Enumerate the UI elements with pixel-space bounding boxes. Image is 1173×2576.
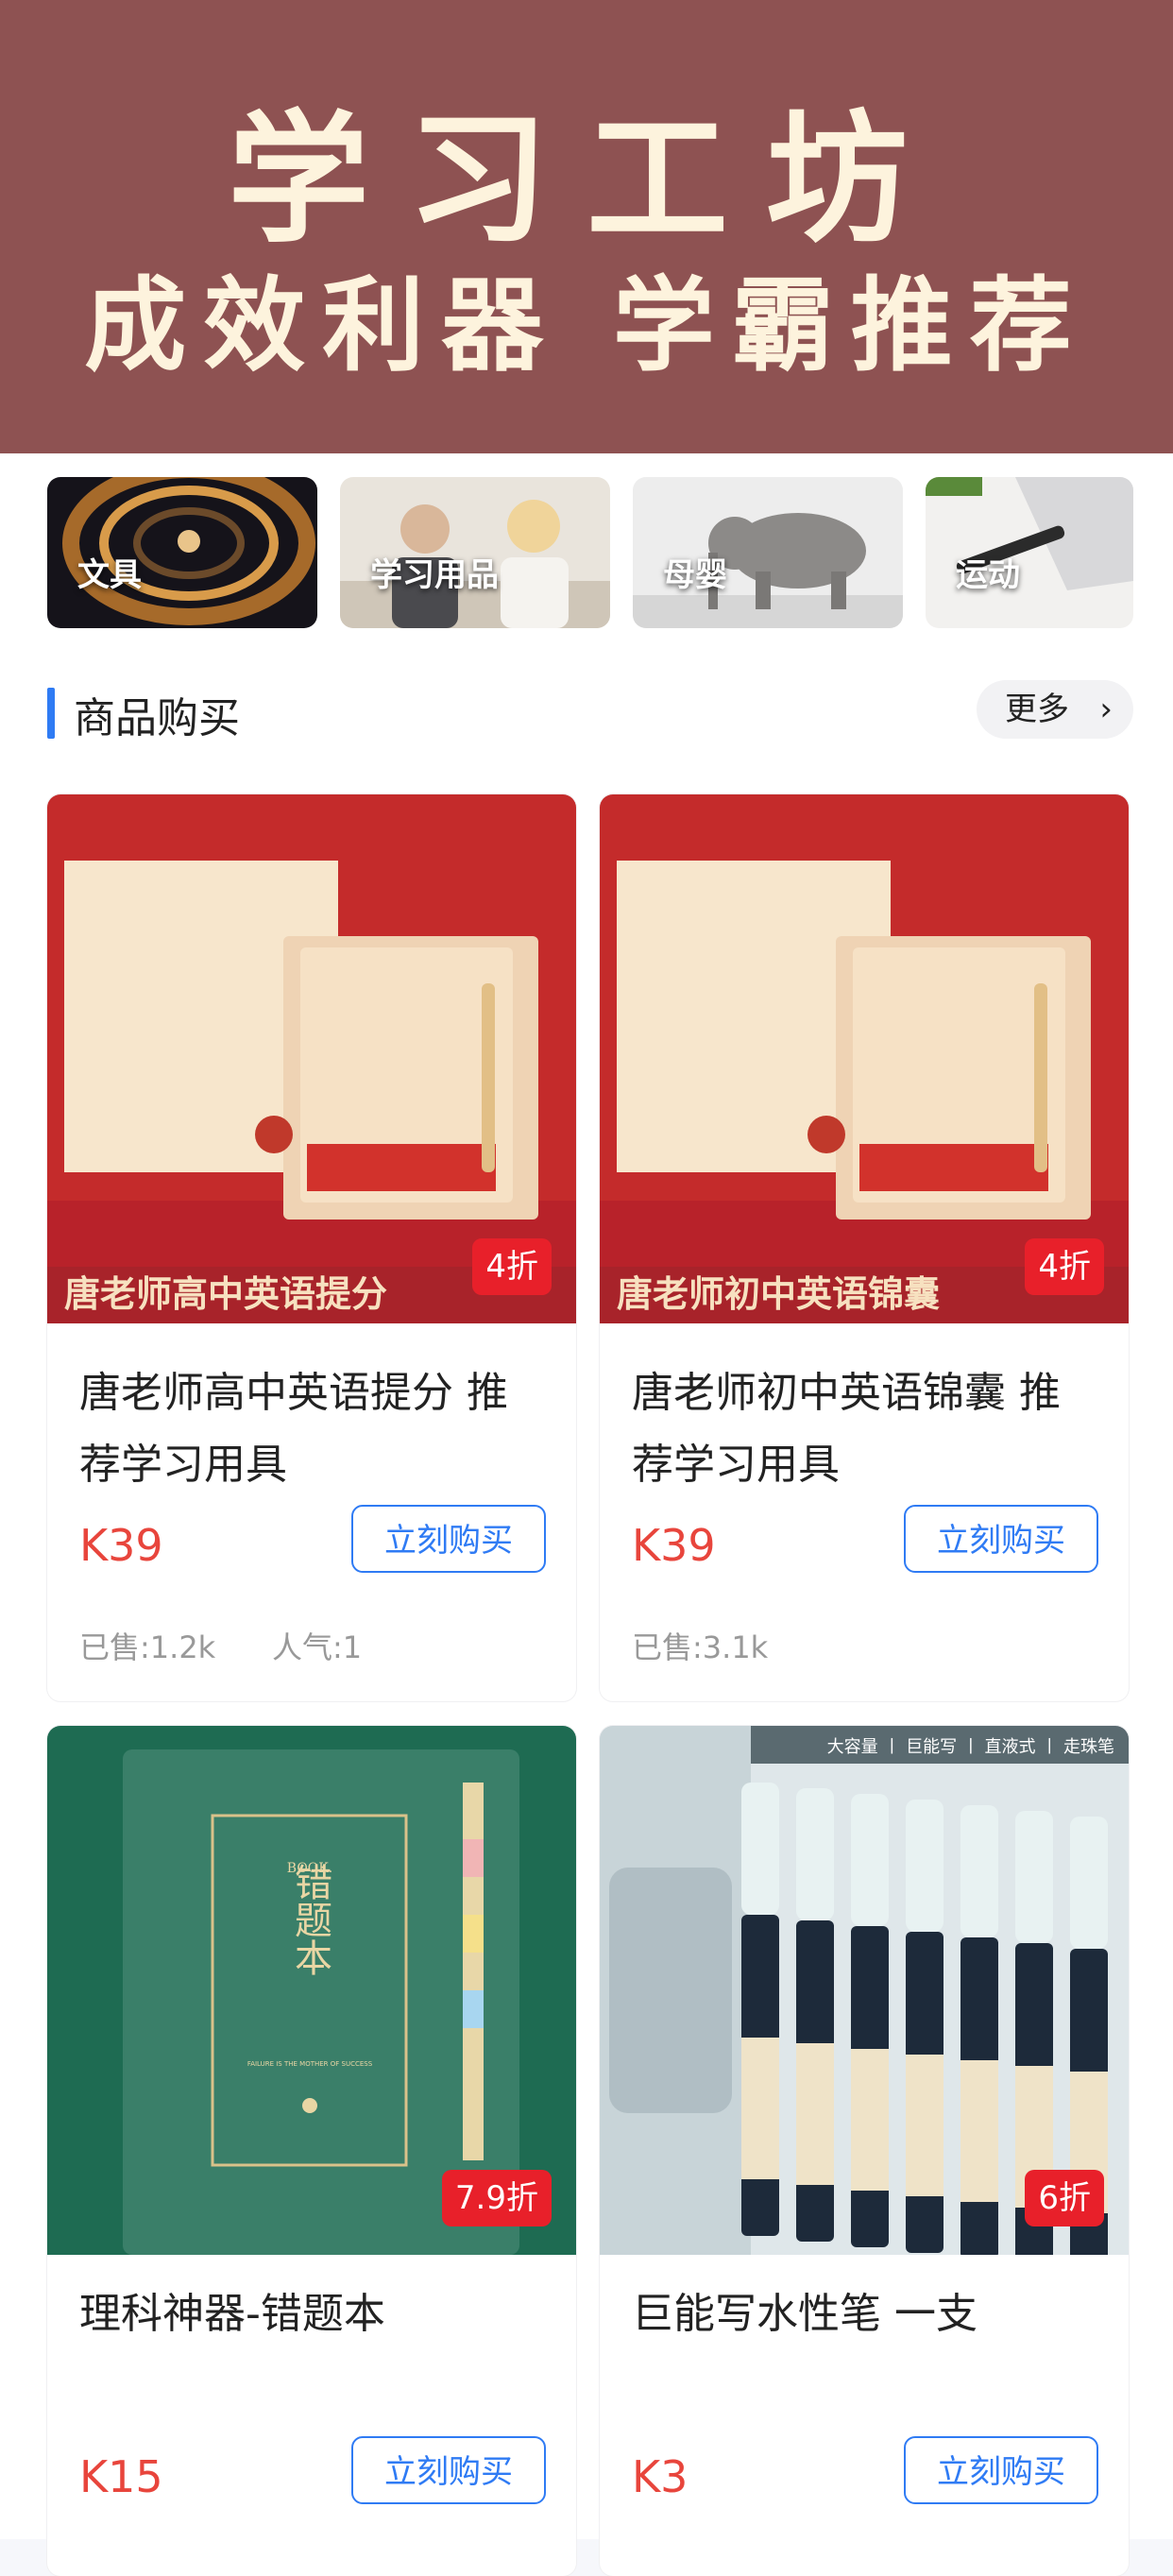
section-header: 商品购买 更多 ›	[47, 680, 1133, 742]
pen-label	[851, 2049, 889, 2191]
product-card[interactable]: 大容量 丨 巨能写 丨 直液式 丨 走珠笔 6折 巨能写水性笔 一支 K3 立刻…	[600, 1726, 1129, 2576]
category-label: 运动	[956, 556, 1020, 594]
section-accent-bar	[47, 688, 55, 739]
section-title: 商品购买	[74, 694, 240, 742]
more-label: 更多	[1005, 691, 1069, 728]
pen-label	[960, 2060, 998, 2202]
buy-now-button[interactable]: 立刻购买	[351, 1505, 546, 1573]
product-price: K39	[79, 1520, 163, 1571]
product-name: 唐老师高中英语提分 推荐学习用具	[79, 1369, 508, 1489]
discount-badge: 4折	[472, 1238, 552, 1295]
sold-count: 已售:1.2k	[79, 1629, 216, 1665]
more-button[interactable]: 更多 ›	[977, 680, 1133, 739]
category-school-supplies[interactable]: 学习用品	[340, 477, 610, 628]
category-sports[interactable]: 运动	[926, 477, 1133, 628]
product-image-caption: 唐老师初中英语锦囊	[617, 1273, 940, 1315]
category-label: 母婴	[663, 556, 727, 594]
discount-badge: 6折	[1025, 2170, 1104, 2226]
banner-subtitle: 成效利器 学霸推荐	[84, 266, 1089, 385]
category-stationery[interactable]: 文具	[47, 477, 317, 628]
discount-badge: 7.9折	[441, 2170, 552, 2226]
product-price: K39	[632, 1520, 716, 1571]
product-price: K15	[79, 2451, 163, 2502]
sold-count: 已售:3.1k	[632, 1629, 769, 1665]
banner: 学习工坊 成效利器 学霸推荐	[0, 0, 1173, 453]
product-image-caption: 唐老师高中英语提分	[64, 1273, 387, 1315]
pen-cap	[1015, 1811, 1053, 1943]
product-name: 理科神器-错题本	[79, 2290, 385, 2338]
product-name: 唐老师初中英语锦囊 推荐学习用具	[632, 1369, 1061, 1489]
image-tags: 大容量 丨 巨能写 丨 直液式 丨 走珠笔	[827, 1737, 1114, 1757]
chevron-right-icon: ›	[1099, 691, 1113, 728]
cover-motto: FAILURE IS THE MOTHER OF SUCCESS	[247, 2060, 373, 2068]
product-price: K3	[632, 2451, 688, 2502]
category-label: 学习用品	[370, 556, 499, 594]
product-name: 巨能写水性笔 一支	[632, 2290, 978, 2338]
category-maternal-baby[interactable]: 母婴	[633, 477, 903, 628]
product-card[interactable]: 唐老师初中英语锦囊 4折 唐老师初中英语锦囊 推荐学习用具 K39 立刻购买 已…	[600, 794, 1129, 1701]
popularity-count: 人气:1	[272, 1629, 363, 1665]
pen-cap	[960, 1805, 998, 1937]
product-card[interactable]: BOOK. 错题本 FAILURE IS THE MOTHER OF SUCCE…	[47, 1726, 576, 2576]
category-row: 文具 学习用品 母婴 运动	[47, 477, 1133, 628]
category-label: 文具	[77, 556, 142, 594]
pen-cap	[906, 1800, 944, 1932]
pen-label	[796, 2043, 834, 2185]
pen-cap	[796, 1788, 834, 1920]
discount-badge: 4折	[1025, 1238, 1104, 1295]
buy-now-button[interactable]: 立刻购买	[351, 2436, 546, 2504]
pen-cap	[1070, 1817, 1108, 1949]
buy-now-button[interactable]: 立刻购买	[904, 2436, 1098, 2504]
pen-label	[741, 2038, 779, 2179]
cover-title: 错题本	[288, 1863, 332, 1976]
pen-cap	[851, 1794, 889, 1926]
product-card[interactable]: 唐老师高中英语提分 4折 唐老师高中英语提分 推荐学习用具 K39 立刻购买 已…	[47, 794, 576, 1701]
buy-now-button[interactable]: 立刻购买	[904, 1505, 1098, 1573]
pen-cap	[741, 1783, 779, 1915]
pen-label	[906, 2055, 944, 2196]
banner-title: 学习工坊	[227, 96, 945, 263]
